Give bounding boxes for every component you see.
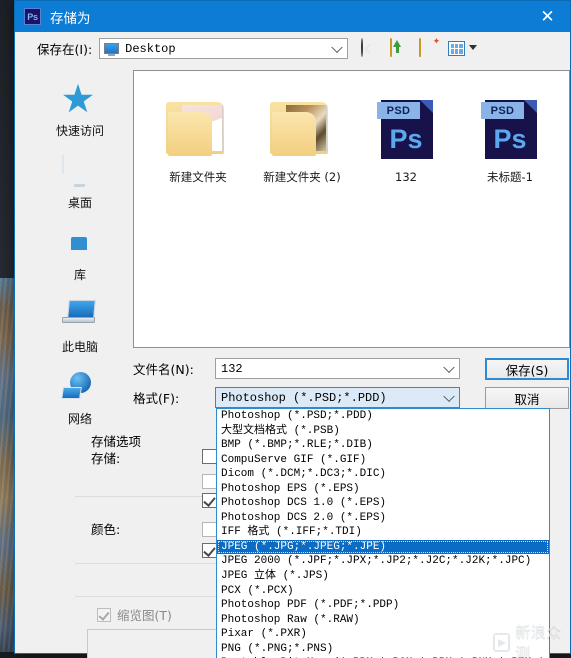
navigation-bar: 保存在(I): Desktop	[15, 32, 570, 65]
window-title: 存储为	[50, 10, 91, 27]
star-icon: ★	[62, 81, 95, 117]
file-label: 新建文件夹 (2)	[263, 170, 341, 184]
views-grid-icon	[448, 41, 466, 56]
back-button[interactable]	[361, 38, 381, 58]
new-folder-icon	[419, 38, 422, 57]
format-option[interactable]: Dicom (*.DCM;*.DC3;*.DIC)	[217, 467, 549, 482]
look-in-combobox[interactable]: Desktop	[99, 38, 349, 59]
format-value: Photoshop (*.PSD;*.PDD)	[221, 390, 387, 405]
new-folder-button[interactable]	[419, 38, 439, 58]
views-button[interactable]	[448, 39, 478, 58]
this-pc-icon	[62, 300, 98, 333]
psd-badge: PSD	[377, 102, 420, 119]
file-label: 未标题-1	[487, 170, 533, 184]
format-option[interactable]: PCX (*.PCX)	[217, 584, 549, 599]
title-bar: Ps 存储为 ✕	[15, 1, 570, 32]
format-option[interactable]: Photoshop Raw (*.RAW)	[217, 613, 549, 628]
close-icon[interactable]: ✕	[525, 1, 570, 32]
back-arrow-icon	[361, 38, 364, 57]
chevron-down-icon	[469, 45, 478, 50]
format-option[interactable]: Photoshop DCS 2.0 (*.EPS)	[217, 511, 549, 526]
thumbnail-checkbox[interactable]	[97, 607, 111, 622]
photoshop-ps-icon: Ps	[24, 8, 41, 25]
folder-icon	[166, 83, 230, 171]
format-option[interactable]: Photoshop (*.PSD;*.PDD)	[217, 409, 549, 424]
format-label: 格式(F):	[133, 391, 180, 406]
psd-file-icon: PSD Ps	[481, 83, 539, 171]
sidebar-item-label: 网络	[67, 412, 92, 426]
filename-row: 文件名(N): 132	[133, 358, 460, 379]
sidebar-item-label: 桌面	[67, 196, 92, 210]
sidebar-item-quick-access[interactable]: ★ 快速访问	[37, 76, 123, 148]
format-option[interactable]: IFF 格式 (*.IFF;*.TDI)	[217, 525, 549, 540]
desktop-monitor-icon	[104, 43, 120, 56]
format-option[interactable]: Photoshop PDF (*.PDF;*.PDP)	[217, 598, 549, 613]
ps-glyph: Ps	[389, 124, 423, 154]
sidebar-item-desktop[interactable]: 桌面	[37, 148, 123, 220]
sidebar-item-label: 快速访问	[55, 124, 104, 138]
psd-file-icon: PSD Ps	[377, 83, 435, 171]
thumbnail-preview	[87, 629, 234, 658]
sidebar-item-label: 此电脑	[61, 340, 98, 354]
format-option[interactable]: BMP (*.BMP;*.RLE;*.DIB)	[217, 438, 549, 453]
file-list[interactable]: 新建文件夹 新建文件夹 (2) PSD Ps 132 PSD Ps 未标题-1	[133, 70, 570, 348]
browser-toolbar	[361, 38, 478, 58]
store-layers-checkbox[interactable]	[202, 493, 217, 508]
folder-icon	[270, 83, 334, 171]
list-item[interactable]: PSD Ps 132	[354, 83, 458, 195]
format-combobox[interactable]: Photoshop (*.PSD;*.PDD)	[215, 387, 460, 408]
list-item[interactable]: 新建文件夹 (2)	[250, 83, 354, 195]
desktop-monitor-icon	[62, 155, 98, 189]
cancel-button[interactable]: 取消	[485, 387, 569, 409]
save-button[interactable]: 保存(S)	[485, 358, 569, 380]
format-option[interactable]: CompuServe GIF (*.GIF)	[217, 453, 549, 468]
store-label: 存储:	[91, 451, 121, 466]
save-as-dialog: Ps 存储为 ✕ 保存在(I): Desktop ★ 快速访问 桌面	[14, 0, 571, 658]
list-item[interactable]: 新建文件夹	[146, 83, 250, 195]
up-one-level-button[interactable]	[390, 38, 410, 58]
file-label: 新建文件夹	[169, 170, 227, 184]
format-option[interactable]: PNG (*.PNG;*.PNS)	[217, 642, 549, 657]
sidebar-item-library[interactable]: 库	[37, 220, 123, 292]
format-option[interactable]: 大型文档格式 (*.PSB)	[217, 424, 549, 439]
color-icc-profile-checkbox[interactable]	[202, 543, 217, 558]
filename-value: 132	[221, 361, 243, 376]
format-row: 格式(F): Photoshop (*.PSD;*.PDD)	[133, 387, 460, 408]
thumbnail-option-row[interactable]: 缩览图(T)	[97, 605, 172, 624]
format-option[interactable]: JPEG 立体 (*.JPS)	[217, 569, 549, 584]
sidebar-item-label: 库	[73, 268, 86, 282]
library-folder-icon	[62, 228, 98, 261]
network-globe-icon	[62, 372, 98, 405]
psd-badge: PSD	[481, 102, 524, 119]
look-in-label: 保存在(I):	[37, 42, 93, 57]
store-as-copy-checkbox[interactable]	[202, 449, 217, 464]
thumbnail-label: 缩览图(T)	[117, 608, 172, 623]
store-alpha-channels-checkbox[interactable]	[202, 474, 217, 489]
file-label: 132	[395, 170, 417, 184]
chevron-down-icon	[443, 361, 455, 373]
filename-label: 文件名(N):	[133, 362, 194, 377]
folder-up-arrow-icon	[390, 38, 393, 57]
chevron-down-icon	[331, 41, 343, 53]
format-option[interactable]: Photoshop EPS (*.EPS)	[217, 482, 549, 497]
format-option[interactable]: Photoshop DCS 1.0 (*.EPS)	[217, 496, 549, 511]
sidebar-item-this-pc[interactable]: 此电脑	[37, 292, 123, 364]
chevron-down-icon	[443, 390, 455, 402]
look-in-value: Desktop	[125, 41, 176, 56]
format-option[interactable]: JPEG 2000 (*.JPF;*.JPX;*.JP2;*.J2C;*.J2K…	[217, 554, 549, 569]
color-label: 颜色:	[91, 522, 121, 537]
ps-glyph: Ps	[493, 124, 527, 154]
color-proof-setup-checkbox[interactable]	[202, 522, 217, 537]
sidebar-item-network[interactable]: 网络	[37, 364, 123, 436]
format-option[interactable]: JPEG (*.JPG;*.JPEG;*.JPE)	[217, 539, 549, 555]
places-sidebar: ★ 快速访问 桌面 库 此电脑 网络	[35, 70, 125, 464]
list-item[interactable]: PSD Ps 未标题-1	[458, 83, 562, 195]
format-dropdown-list[interactable]: Photoshop (*.PSD;*.PDD) 大型文档格式 (*.PSB) BMP…	[216, 408, 550, 658]
format-option[interactable]: Pixar (*.PXR)	[217, 627, 549, 642]
filename-input[interactable]: 132	[215, 358, 460, 379]
